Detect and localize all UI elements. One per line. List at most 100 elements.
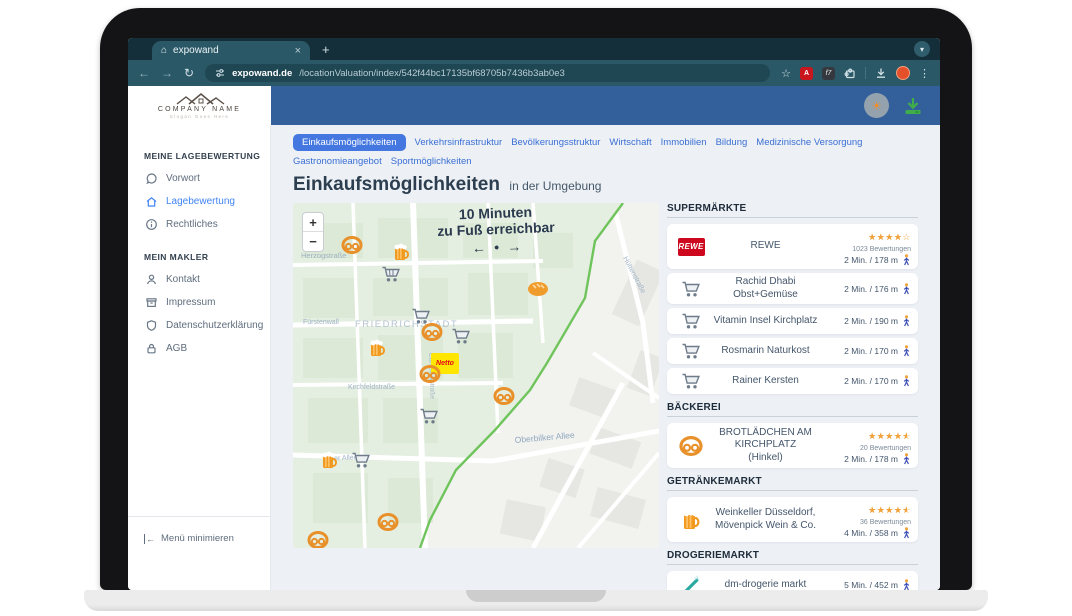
tab-verkehrsinfrastruktur[interactable]: Verkehrsinfrastruktur — [415, 137, 503, 148]
theme-toggle-button[interactable]: ☀ — [864, 93, 889, 118]
street-label-kirchfeldstrasse: Kirchfeldstraße — [348, 384, 395, 391]
map-cart-marker[interactable] — [381, 265, 401, 283]
address-bar[interactable]: expowand.de/locationValuation/index/542f… — [205, 64, 770, 82]
walking-icon — [902, 527, 911, 539]
cart-icon — [681, 342, 701, 360]
walking-icon — [902, 345, 911, 357]
map-bread-marker[interactable] — [527, 281, 549, 297]
map-pretzel-marker[interactable] — [419, 365, 441, 383]
minimize-label: Menü minimieren — [161, 533, 234, 544]
distance-text: 2 Min. / 190 m — [844, 316, 898, 326]
page-title: Einkaufsmöglichkeiten in der Umgebung — [293, 174, 920, 196]
extensions-puzzle-icon[interactable] — [844, 67, 856, 79]
tab-sportmoeglichkeiten[interactable]: Sportmöglichkeiten — [391, 156, 472, 167]
tab-bildung[interactable]: Bildung — [716, 137, 748, 148]
map-cart-marker[interactable] — [351, 451, 371, 469]
map-beer-marker[interactable] — [369, 339, 386, 358]
places-panel: SUPERMÄRKTE REWE REWE ☆☆☆☆☆★★★★★ 1023 Be… — [667, 203, 918, 590]
section-supermaerkte: SUPERMÄRKTE — [667, 203, 918, 218]
place-card-rachid-dhabi[interactable]: Rachid Dhabi Obst+Gemüse 2 Min. / 176 m — [667, 273, 918, 304]
home-icon — [145, 195, 158, 208]
map[interactable]: Herzogstraße Fürstenwall FRIEDRICHSTADT … — [293, 203, 659, 548]
person-icon — [145, 273, 158, 286]
sidebar-item-label: AGB — [166, 343, 187, 354]
sidebar-item-label: Vorwort — [166, 173, 200, 184]
walking-icon — [902, 579, 911, 590]
reload-button[interactable]: ↻ — [184, 67, 194, 79]
tab-einkaufsmoeglichkeiten[interactable]: Einkaufsmöglichkeiten — [293, 134, 406, 151]
place-card-rainer-kersten[interactable]: Rainer Kersten 2 Min. / 170 m — [667, 368, 918, 394]
place-card-rosmarin[interactable]: Rosmarin Naturkost 2 Min. / 170 m — [667, 338, 918, 364]
f7-extension-icon[interactable]: f7 — [822, 67, 835, 80]
sidebar-item-lagebewertung[interactable]: Lagebewertung — [128, 190, 270, 213]
map-pretzel-marker[interactable] — [341, 236, 363, 254]
sun-icon: ☀ — [871, 100, 882, 112]
map-cart-marker[interactable] — [451, 327, 471, 345]
map-zoom-in-button[interactable]: + — [303, 213, 323, 232]
sidebar-item-datenschutz[interactable]: Datenschutzerklärung — [128, 314, 270, 337]
browser-tab[interactable]: ⌂ expowand × — [152, 41, 310, 60]
cart-icon — [681, 312, 701, 330]
place-card-brotlaedchen[interactable]: BROTLÄDCHEN AM KIRCHPLATZ(Hinkel) ☆☆☆☆☆★… — [667, 423, 918, 468]
tab-wirtschaft[interactable]: Wirtschaft — [609, 137, 651, 148]
section-drogeriemarkt: DROGERIEMARKT — [667, 550, 918, 565]
url-domain: expowand.de — [232, 68, 292, 79]
place-card-rewe[interactable]: REWE REWE ☆☆☆☆☆★★★★★ 1023 Bewertungen 2 … — [667, 224, 918, 269]
sidebar-item-impressum[interactable]: Impressum — [128, 291, 270, 314]
sidebar-item-label: Kontakt — [166, 274, 200, 285]
page-title-sub: in der Umgebung — [509, 179, 601, 193]
sidebar-item-label: Rechtliches — [166, 219, 218, 230]
distance-text: 2 Min. / 170 m — [844, 346, 898, 356]
map-cart-marker[interactable] — [419, 407, 439, 425]
sidebar-minimize-button[interactable]: ← Menü minimieren — [128, 516, 270, 544]
site-settings-icon[interactable] — [215, 68, 225, 78]
rating-stars: ☆☆☆☆☆★★★★★ — [868, 233, 911, 242]
new-tab-button[interactable]: + — [322, 42, 330, 57]
map-pretzel-marker[interactable] — [307, 531, 329, 548]
company-name: COMPANY NAME — [158, 106, 241, 113]
tab-search-button[interactable]: ▾ — [914, 41, 930, 57]
place-name: dm-drogerie markt — [708, 579, 823, 590]
sidebar-item-label: Datenschutzerklärung — [166, 320, 263, 331]
browser-profile-avatar[interactable] — [896, 66, 910, 80]
browser-download-icon[interactable] — [875, 67, 887, 79]
tab-gastronomieangebot[interactable]: Gastronomieangebot — [293, 156, 382, 167]
sidebar-item-rechtliches[interactable]: Rechtliches — [128, 213, 270, 236]
browser-menu-icon[interactable]: ⋮ — [919, 67, 930, 80]
sidebar: MEINE LAGEBEWERTUNG Vorwort Lagebewertun… — [128, 125, 271, 590]
pdf-extension-icon[interactable]: A — [800, 67, 813, 80]
map-pretzel-marker[interactable] — [493, 387, 515, 405]
back-button[interactable]: ← — [138, 67, 150, 79]
place-name: Rosmarin Naturkost — [708, 345, 823, 358]
distance-text: 2 Min. / 170 m — [844, 376, 898, 386]
map-pretzel-marker[interactable] — [377, 513, 399, 531]
rating-stars: ☆☆☆☆☆★★★★★ — [868, 506, 911, 515]
map-pretzel-marker[interactable] — [421, 323, 443, 341]
tab-bevoelkerungsstruktur[interactable]: Bevölkerungsstruktur — [511, 137, 600, 148]
place-card-weinkeller[interactable]: Weinkeller Düsseldorf,Mövenpick Wein & C… — [667, 497, 918, 542]
map-beer-marker[interactable] — [321, 451, 338, 470]
walking-annotation: 10 Minuten zu Fuß erreichbar ←●→ — [400, 203, 592, 258]
sidebar-item-agb[interactable]: AGB — [128, 337, 270, 360]
browser-toolbar: ← → ↻ expowand.de/locationValuation/inde… — [128, 60, 940, 86]
sidebar-section-lagebewertung: MEINE LAGEBEWERTUNG — [128, 151, 270, 167]
tab-immobilien[interactable]: Immobilien — [661, 137, 707, 148]
toothbrush-icon — [680, 574, 702, 590]
place-name: Rainer Kersten — [708, 375, 823, 388]
place-card-vitamin-insel[interactable]: Vitamin Insel Kirchplatz 2 Min. / 190 m — [667, 308, 918, 334]
sidebar-item-kontakt[interactable]: Kontakt — [128, 268, 270, 291]
map-zoom-control: + − — [302, 212, 324, 252]
forward-button[interactable]: → — [161, 67, 173, 79]
place-card-dm-drogerie[interactable]: dm-drogerie markt 5 Min. / 452 m — [667, 571, 918, 590]
laptop-notch — [466, 590, 606, 602]
tab-medizinische-versorgung[interactable]: Medizinische Versorgung — [756, 137, 862, 148]
review-count: 1023 Bewertungen — [823, 246, 911, 253]
export-download-button[interactable] — [902, 95, 924, 117]
company-logo[interactable]: COMPANY NAME Slogan Goes Here — [128, 86, 271, 125]
map-zoom-out-button[interactable]: − — [303, 232, 323, 251]
tab-close-icon[interactable]: × — [295, 45, 301, 57]
sidebar-item-vorwort[interactable]: Vorwort — [128, 167, 270, 190]
bookmark-star-icon[interactable]: ☆ — [781, 67, 791, 80]
laptop-screen: ⌂ expowand × + ▾ ← → ↻ — [128, 38, 940, 590]
sidebar-item-label: Lagebewertung — [166, 196, 235, 207]
